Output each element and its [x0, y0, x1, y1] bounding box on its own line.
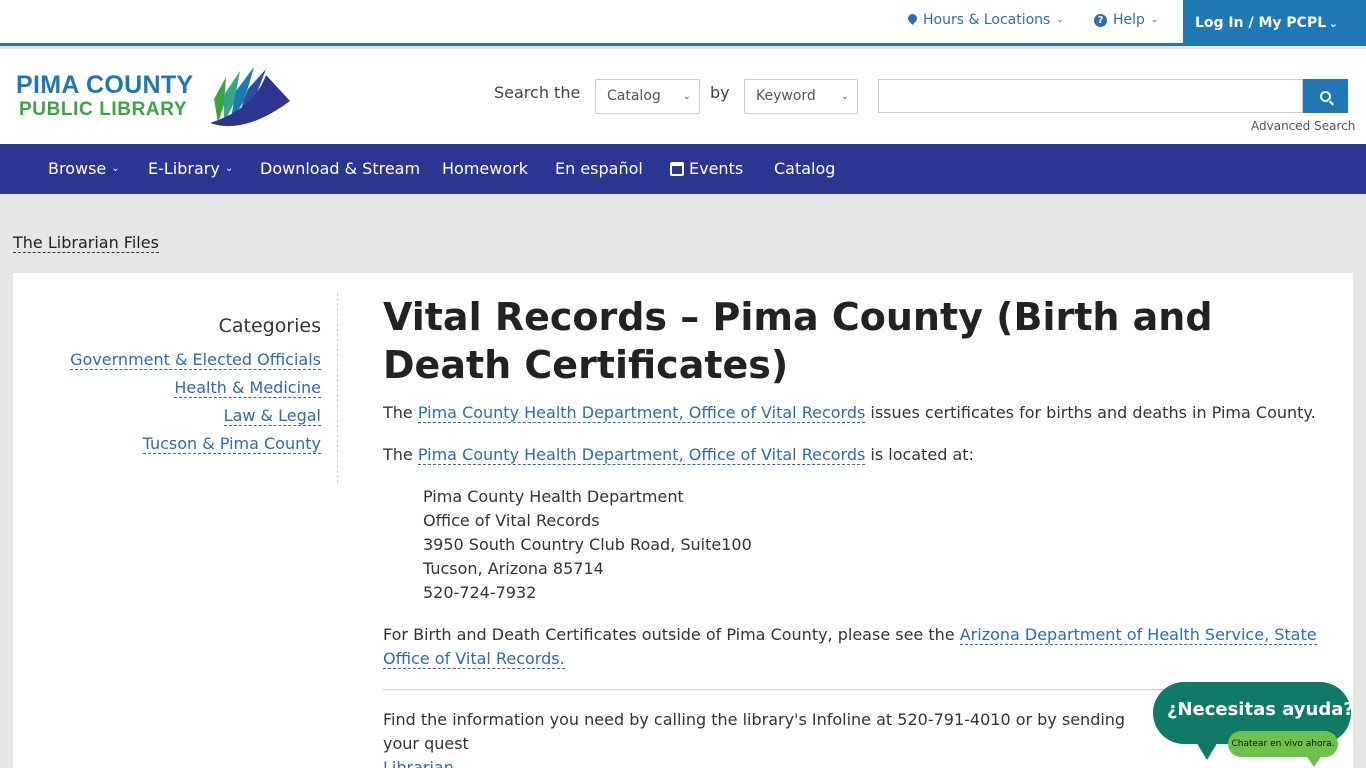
question-icon: ?: [1094, 13, 1107, 27]
search-field-value: Keyword: [756, 88, 816, 104]
address-line: Office of Vital Records: [423, 511, 600, 530]
chevron-down-icon: ⌄: [224, 163, 234, 174]
logo-line2: PUBLIC LIBRARY: [19, 99, 188, 120]
nav-en-espanol-label: En español: [555, 159, 643, 178]
ask-librarian-link[interactable]: Librarian: [383, 758, 454, 768]
category-law[interactable]: Law & Legal: [223, 406, 321, 426]
search-field-select[interactable]: Keyword ⌄: [744, 79, 858, 114]
search-scope-value: Catalog: [607, 88, 661, 104]
intro-paragraph: The Pima County Health Department, Offic…: [383, 401, 1328, 425]
map-pin-icon: [908, 14, 917, 26]
category-health[interactable]: Health & Medicine: [174, 378, 321, 398]
nav-elibrary-label: E-Library: [148, 159, 220, 178]
calendar-icon: [670, 162, 684, 176]
categories-title: Categories: [218, 315, 321, 337]
page-title: Vital Records – Pima County (Birth and D…: [383, 295, 1213, 387]
nav-download-stream-label: Download & Stream: [260, 159, 421, 178]
book-pages-icon: [210, 67, 290, 127]
p1-prefix: The: [383, 403, 418, 422]
search-scope-select[interactable]: Catalog ⌄: [595, 79, 700, 114]
nav-homework-label: Homework: [442, 159, 528, 178]
vital-records-link-2[interactable]: Pima County Health Department, Office of…: [417, 445, 866, 465]
search-button[interactable]: [1303, 79, 1348, 113]
categories-sidebar: Categories Government & Elected Official…: [13, 293, 338, 483]
outside-county-paragraph: For Birth and Death Certificates outside…: [383, 623, 1328, 671]
logo-line1: PIMA COUNTY: [16, 71, 194, 99]
nav-en-espanol[interactable]: En español: [555, 144, 643, 194]
nav-download-stream[interactable]: Download & Stream: [260, 144, 420, 194]
utility-bar: Hours & Locations ⌄ ? Help ⌄ Log In / My…: [0, 0, 1366, 46]
nav-catalog-label: Catalog: [774, 159, 836, 178]
search-the-label: Search the: [494, 83, 581, 102]
vital-records-link[interactable]: Pima County Health Department, Office of…: [417, 403, 866, 423]
nav-browse-label: Browse: [48, 159, 107, 178]
nav-events-label: Events: [689, 159, 744, 178]
by-label: by: [710, 83, 730, 102]
help-label: Help: [1113, 12, 1145, 28]
infoline-paragraph: Find the information you need by calling…: [383, 708, 1163, 768]
login-label: Log In / My PCPL: [1195, 15, 1327, 31]
nav-homework[interactable]: Homework: [442, 144, 528, 194]
nav-events[interactable]: Events: [670, 144, 743, 194]
library-logo[interactable]: PIMA COUNTY PUBLIC LIBRARY: [16, 65, 296, 131]
p4-text: Find the information you need by calling…: [383, 710, 1126, 753]
chat-bubble-tail: [1195, 740, 1219, 760]
p2-prefix: The: [383, 445, 418, 464]
advanced-search-link[interactable]: Advanced Search: [1251, 119, 1355, 133]
nav-catalog[interactable]: Catalog: [774, 144, 835, 194]
breadcrumb-librarian-files[interactable]: The Librarian Files: [13, 234, 159, 253]
chevron-down-icon: ⌄: [111, 163, 120, 174]
chevron-down-icon: ⌄: [1328, 16, 1338, 30]
category-tucson[interactable]: Tucson & Pima County: [142, 434, 321, 454]
main-nav: Browse ⌄ E-Library ⌄ Download & Stream H…: [0, 144, 1366, 194]
content-panel: Categories Government & Elected Official…: [13, 273, 1353, 768]
p2-suffix: is located at:: [865, 445, 974, 464]
address-block: Pima County Health Department Office of …: [423, 485, 752, 605]
chat-sub-tail: [1306, 755, 1322, 767]
chevron-down-icon: ⌄: [1056, 15, 1064, 25]
location-paragraph: The Pima County Health Department, Offic…: [383, 443, 1328, 467]
login-button[interactable]: Log In / My PCPL ⌄: [1183, 0, 1366, 46]
nav-browse[interactable]: Browse ⌄: [48, 144, 120, 194]
chat-live-button[interactable]: Chatear en vivo ahora.: [1228, 731, 1338, 757]
chevron-down-icon: ⌄: [840, 91, 849, 102]
address-line: Tucson, Arizona 85714: [423, 559, 604, 578]
chevron-down-icon: ⌄: [682, 91, 691, 102]
search-icon: [1320, 90, 1331, 102]
search-input[interactable]: [878, 79, 1303, 113]
site-header: PIMA COUNTY PUBLIC LIBRARY Search the Ca…: [0, 49, 1366, 144]
p1-suffix: issues certificates for births and death…: [865, 403, 1316, 422]
nav-elibrary[interactable]: E-Library ⌄: [148, 144, 233, 194]
chat-main-label: ¿Necesitas ayuda?: [1167, 699, 1354, 720]
hours-locations-link[interactable]: Hours & Locations ⌄: [908, 0, 1064, 40]
chevron-down-icon: ⌄: [1150, 15, 1159, 25]
hours-locations-label: Hours & Locations: [923, 12, 1051, 28]
address-line: 3950 South Country Club Road, Suite100: [423, 535, 752, 554]
help-link[interactable]: ? Help ⌄: [1094, 0, 1158, 40]
chat-sub-label: Chatear en vivo ahora.: [1231, 739, 1335, 749]
category-government[interactable]: Government & Elected Officials: [70, 350, 321, 370]
address-phone: 520-724-7932: [423, 583, 537, 602]
p4-suffix: .: [453, 758, 459, 768]
address-line: Pima County Health Department: [423, 487, 684, 506]
p3-prefix: For Birth and Death Certificates outside…: [383, 625, 960, 644]
